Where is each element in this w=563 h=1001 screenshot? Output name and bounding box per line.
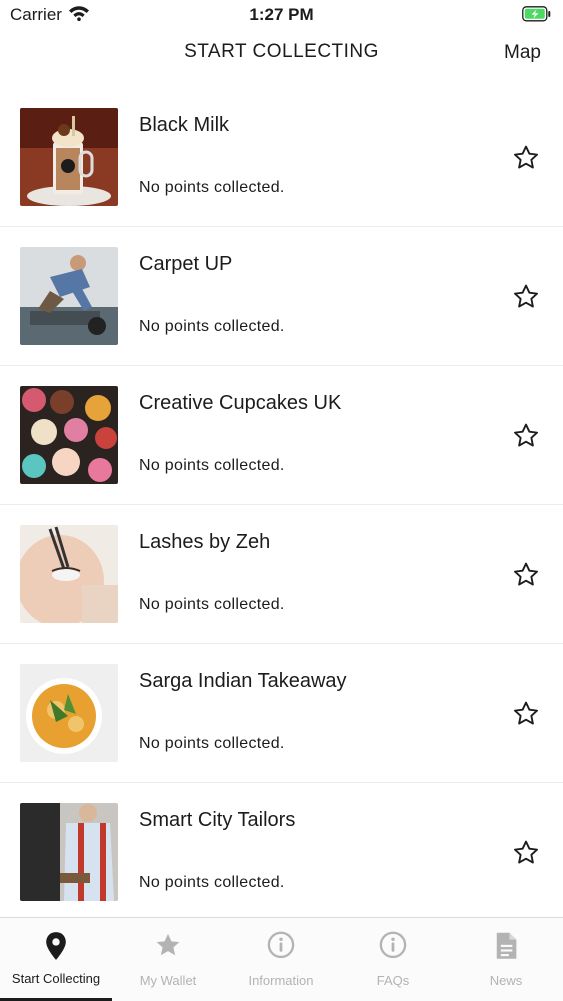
list-item[interactable]: Smart City Tailors No points collected. bbox=[0, 783, 563, 922]
list-item[interactable]: Lashes by Zeh No points collected. bbox=[0, 505, 563, 644]
place-thumbnail bbox=[20, 525, 118, 623]
place-thumbnail bbox=[20, 386, 118, 484]
map-button[interactable]: Map bbox=[504, 42, 541, 64]
points-status: No points collected. bbox=[139, 874, 285, 891]
place-name: Smart City Tailors bbox=[139, 809, 296, 831]
favorite-star-icon[interactable] bbox=[512, 144, 540, 172]
info-icon bbox=[379, 931, 407, 961]
battery-icon bbox=[522, 6, 552, 27]
place-thumbnail bbox=[20, 803, 118, 901]
page-title: START COLLECTING bbox=[184, 41, 379, 62]
points-status: No points collected. bbox=[139, 457, 285, 474]
places-list: Black Milk No points collected. Carpet U… bbox=[0, 88, 563, 922]
favorite-star-icon[interactable] bbox=[512, 283, 540, 311]
clock: 1:27 PM bbox=[249, 5, 314, 24]
points-status: No points collected. bbox=[139, 179, 285, 196]
tab-label: News bbox=[489, 973, 523, 988]
tab-label: Information bbox=[248, 973, 314, 988]
tab-my-wallet[interactable]: My Wallet bbox=[112, 918, 224, 1001]
favorite-star-icon[interactable] bbox=[512, 561, 540, 589]
points-status: No points collected. bbox=[139, 735, 285, 752]
status-bar: Carrier 1:27 PM bbox=[0, 0, 563, 30]
place-name: Carpet UP bbox=[139, 253, 233, 275]
tab-start-collecting[interactable]: Start Collecting bbox=[0, 918, 112, 1001]
tab-label: Start Collecting bbox=[11, 971, 101, 986]
place-name: Sarga Indian Takeaway bbox=[139, 670, 347, 692]
document-icon bbox=[492, 931, 520, 961]
tab-information[interactable]: Information bbox=[225, 918, 337, 1001]
list-item[interactable]: Creative Cupcakes UK No points collected… bbox=[0, 366, 563, 505]
place-thumbnail bbox=[20, 664, 118, 762]
info-icon bbox=[267, 931, 295, 961]
favorite-star-icon[interactable] bbox=[512, 839, 540, 867]
points-status: No points collected. bbox=[139, 318, 285, 335]
list-item[interactable]: Carpet UP No points collected. bbox=[0, 227, 563, 366]
navigation-bar: START COLLECTING Map bbox=[0, 30, 563, 76]
favorite-star-icon[interactable] bbox=[512, 700, 540, 728]
tab-label: FAQs bbox=[376, 973, 410, 988]
favorite-star-icon[interactable] bbox=[512, 422, 540, 450]
place-thumbnail bbox=[20, 247, 118, 345]
list-item[interactable]: Sarga Indian Takeaway No points collecte… bbox=[0, 644, 563, 783]
tab-faqs[interactable]: FAQs bbox=[337, 918, 449, 1001]
place-thumbnail bbox=[20, 108, 118, 206]
list-item[interactable]: Black Milk No points collected. bbox=[0, 88, 563, 227]
tab-label: My Wallet bbox=[139, 973, 197, 988]
place-name: Lashes by Zeh bbox=[139, 531, 271, 553]
tab-news[interactable]: News bbox=[450, 918, 562, 1001]
tab-bar: Start Collecting My Wallet Information F… bbox=[0, 917, 563, 1001]
place-name: Creative Cupcakes UK bbox=[139, 392, 342, 414]
place-name: Black Milk bbox=[139, 114, 230, 136]
star-icon bbox=[154, 931, 182, 961]
points-status: No points collected. bbox=[139, 596, 285, 613]
map-pin-icon bbox=[42, 931, 70, 961]
